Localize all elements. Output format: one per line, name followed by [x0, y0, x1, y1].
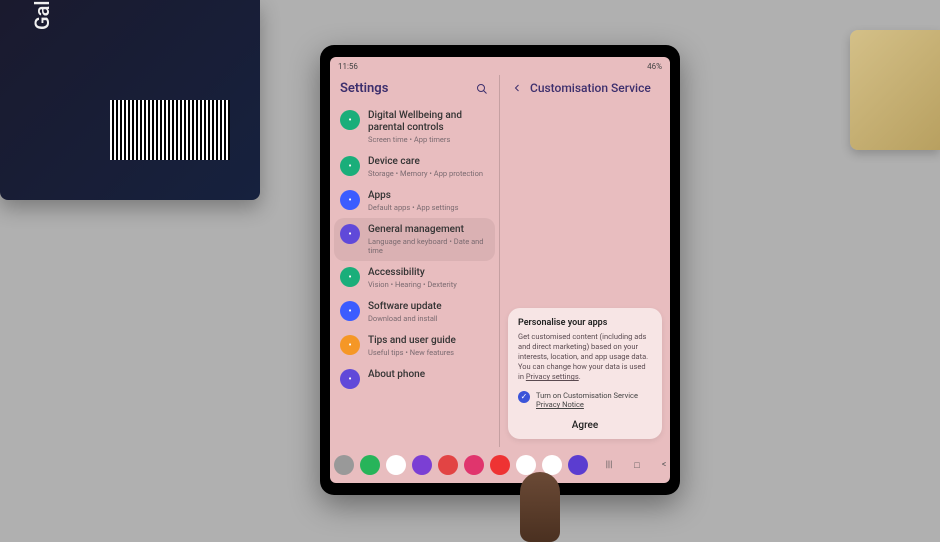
settings-item-sub: Download and install: [368, 314, 489, 323]
privacy-settings-link[interactable]: Privacy settings: [526, 372, 579, 381]
settings-item-sub: Default apps • App settings: [368, 203, 489, 212]
settings-title: Settings: [340, 81, 469, 96]
youtube-icon[interactable]: [516, 455, 536, 475]
settings-item-title: Digital Wellbeing and parental controls: [368, 110, 489, 134]
wooden-object: [850, 30, 940, 150]
settings-item-tips[interactable]: • Tips and user guideUseful tips • New fe…: [334, 329, 495, 363]
recents-key[interactable]: |||: [606, 460, 613, 471]
card-heading: Personalise your apps: [518, 318, 652, 328]
settings-item-software-update[interactable]: • Software updateDownload and install: [334, 295, 495, 329]
settings-item-title: Device care: [368, 156, 489, 168]
nav-keys: ||| □ <: [606, 460, 667, 471]
wellbeing-icon: •: [340, 110, 360, 130]
agree-button[interactable]: Agree: [518, 414, 652, 433]
search-icon[interactable]: [475, 82, 489, 96]
settings-item-device-care[interactable]: • Device careStorage • Memory • App prote…: [334, 150, 495, 184]
settings-item-accessibility[interactable]: • AccessibilityVision • Hearing • Dexteri…: [334, 261, 495, 295]
personalise-card: Personalise your apps Get customised con…: [508, 308, 662, 439]
back-icon[interactable]: [510, 81, 524, 95]
apps-icon: •: [340, 190, 360, 210]
product-box-label: Galaxy Z Fold6: [30, 0, 54, 30]
home-key[interactable]: □: [634, 460, 639, 471]
settings-item-apps[interactable]: • AppsDefault apps • App settings: [334, 184, 495, 218]
phone-icon[interactable]: [360, 455, 380, 475]
device-care-icon: •: [340, 156, 360, 176]
settings-item-sub: Storage • Memory • App protection: [368, 169, 489, 178]
software-update-icon: •: [340, 301, 360, 321]
settings-item-general-mgmt[interactable]: • General managementLanguage and keyboard…: [334, 218, 495, 261]
clock-text: 11:56: [338, 62, 358, 71]
battery-text: 46%: [647, 62, 662, 71]
settings-item-about-phone[interactable]: • About phone: [334, 363, 495, 395]
drawer-icon[interactable]: [334, 455, 354, 475]
messages-icon[interactable]: [386, 455, 406, 475]
taskbar: ||| □ <: [330, 447, 670, 483]
screen: 11:56 46% Settings • Digital Wellbeing an…: [330, 57, 670, 483]
app-icon-1[interactable]: [490, 455, 510, 475]
back-key[interactable]: <: [662, 460, 667, 471]
accessibility-icon: •: [340, 267, 360, 287]
settings-pane: Settings • Digital Wellbeing and parental…: [330, 75, 500, 447]
card-body: Get customised content (including ads an…: [518, 332, 652, 383]
detail-pane: Customisation Service Personalise your a…: [500, 75, 670, 447]
settings-item-title: Software update: [368, 301, 489, 313]
barcode-sticker: [110, 100, 230, 160]
settings-item-sub: Vision • Hearing • Dexterity: [368, 280, 489, 289]
detail-title: Customisation Service: [530, 81, 651, 95]
finger: [520, 472, 560, 542]
settings-item-sub: Language and keyboard • Date and time: [368, 237, 489, 255]
status-bar: 11:56 46%: [330, 57, 670, 75]
tips-icon: •: [340, 335, 360, 355]
general-mgmt-icon: •: [340, 224, 360, 244]
settings-item-title: Tips and user guide: [368, 335, 489, 347]
device-frame: 11:56 46% Settings • Digital Wellbeing an…: [320, 45, 680, 495]
settings-item-sub: Useful tips • New features: [368, 348, 489, 357]
camera-icon[interactable]: [438, 455, 458, 475]
settings-item-sub: Screen time • App timers: [368, 135, 489, 144]
checkbox-icon[interactable]: ✓: [518, 391, 530, 403]
privacy-notice-link[interactable]: Privacy Notice: [536, 400, 584, 409]
settings-item-title: General management: [368, 224, 489, 236]
settings-item-title: Apps: [368, 190, 489, 202]
checkbox-text: Turn on Customisation Service Privacy No…: [536, 391, 652, 411]
settings-item-title: About phone: [368, 369, 489, 381]
app-icon-2[interactable]: [568, 455, 588, 475]
gallery-icon[interactable]: [464, 455, 484, 475]
settings-item-wellbeing[interactable]: • Digital Wellbeing and parental controls…: [334, 104, 495, 150]
product-box: Galaxy Z Fold6: [0, 0, 260, 200]
samsung-internet-icon[interactable]: [412, 455, 432, 475]
about-phone-icon: •: [340, 369, 360, 389]
settings-item-title: Accessibility: [368, 267, 489, 279]
settings-list: • Digital Wellbeing and parental controls…: [330, 104, 499, 447]
